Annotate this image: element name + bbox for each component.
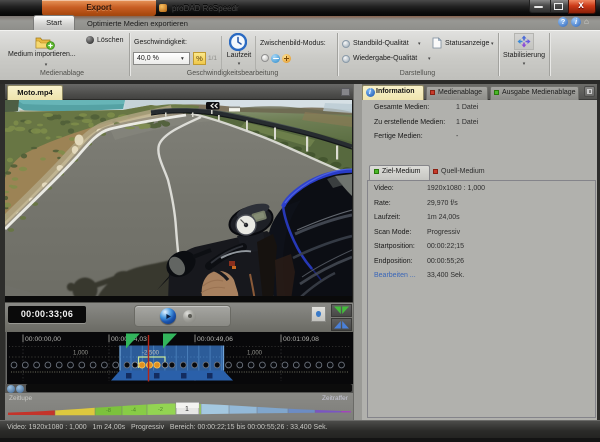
svg-text:00:00:00,00: 00:00:00,00 [25, 336, 61, 343]
svg-text:1,000: 1,000 [73, 351, 89, 357]
svg-text:1,000: 1,000 [247, 351, 263, 357]
svg-text:-2: -2 [158, 407, 163, 413]
svg-text:-2,500: -2,500 [142, 351, 160, 357]
svg-text:-8: -8 [106, 408, 111, 414]
svg-text:00:01:09,08: 00:01:09,08 [283, 336, 319, 343]
svg-text:-4: -4 [131, 408, 136, 414]
svg-text:1: 1 [185, 406, 189, 413]
svg-text:00:00:49,06: 00:00:49,06 [197, 336, 233, 343]
